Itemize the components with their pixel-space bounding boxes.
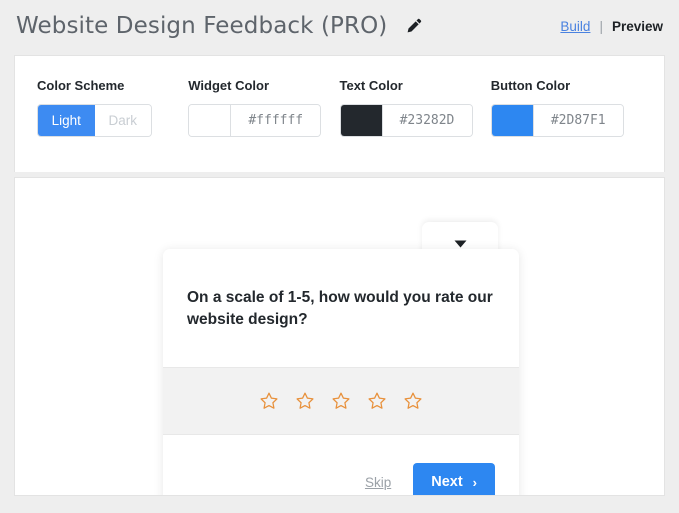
toggle-option-light[interactable]: Light [38,105,95,136]
chevron-right-icon: › [472,474,477,490]
widget-footer: Skip Next › [163,435,519,495]
header-separator: | [599,18,603,34]
next-button-label: Next [431,474,463,490]
widget-color-value[interactable]: #ffffff [231,105,321,136]
skip-button[interactable]: Skip [365,475,391,490]
star-icon-4[interactable] [367,391,387,411]
setting-widget-color: Widget Color #ffffff [188,78,339,141]
page-header: Website Design Feedback (PRO) Build | Pr… [0,0,679,52]
next-button[interactable]: Next › [413,463,495,495]
star-icon-5[interactable] [403,391,423,411]
preview-tab[interactable]: Preview [612,19,663,34]
button-color-label: Button Color [490,78,571,93]
color-scheme-toggle[interactable]: Light Dark [37,104,152,137]
text-color-field[interactable]: #23282D [339,104,473,137]
toggle-option-dark[interactable]: Dark [94,105,151,136]
settings-row: Color Scheme Light Dark Widget Color #ff… [15,56,664,141]
widget-color-label: Widget Color [188,78,270,93]
color-scheme-label: Color Scheme [37,78,125,93]
text-color-value[interactable]: #23282D [382,105,472,136]
button-color-swatch[interactable] [491,105,534,136]
star-icon-2[interactable] [295,391,315,411]
settings-panel: Color Scheme Light Dark Widget Color #ff… [14,55,665,172]
button-color-field[interactable]: #2D87F1 [490,104,624,137]
setting-color-scheme: Color Scheme Light Dark [37,78,188,141]
star-icon-3[interactable] [331,391,351,411]
app-root: Website Design Feedback (PRO) Build | Pr… [0,0,679,513]
preview-canvas: On a scale of 1-5, how would you rate ou… [14,177,665,496]
widget-color-field[interactable]: #ffffff [188,104,322,137]
text-color-label: Text Color [339,78,403,93]
widget-body: On a scale of 1-5, how would you rate ou… [163,249,519,495]
setting-text-color: Text Color #23282D [339,78,491,141]
build-link[interactable]: Build [560,19,590,34]
button-color-value[interactable]: #2D87F1 [533,105,623,136]
pencil-icon[interactable] [403,15,425,37]
setting-button-color: Button Color #2D87F1 [490,78,642,141]
text-color-swatch[interactable] [340,105,383,136]
star-rating[interactable] [163,367,519,435]
widget-question-text: On a scale of 1-5, how would you rate ou… [187,289,493,328]
star-icon-1[interactable] [259,391,279,411]
page-title: Website Design Feedback (PRO) [16,13,388,39]
widget-color-swatch[interactable] [189,105,232,136]
